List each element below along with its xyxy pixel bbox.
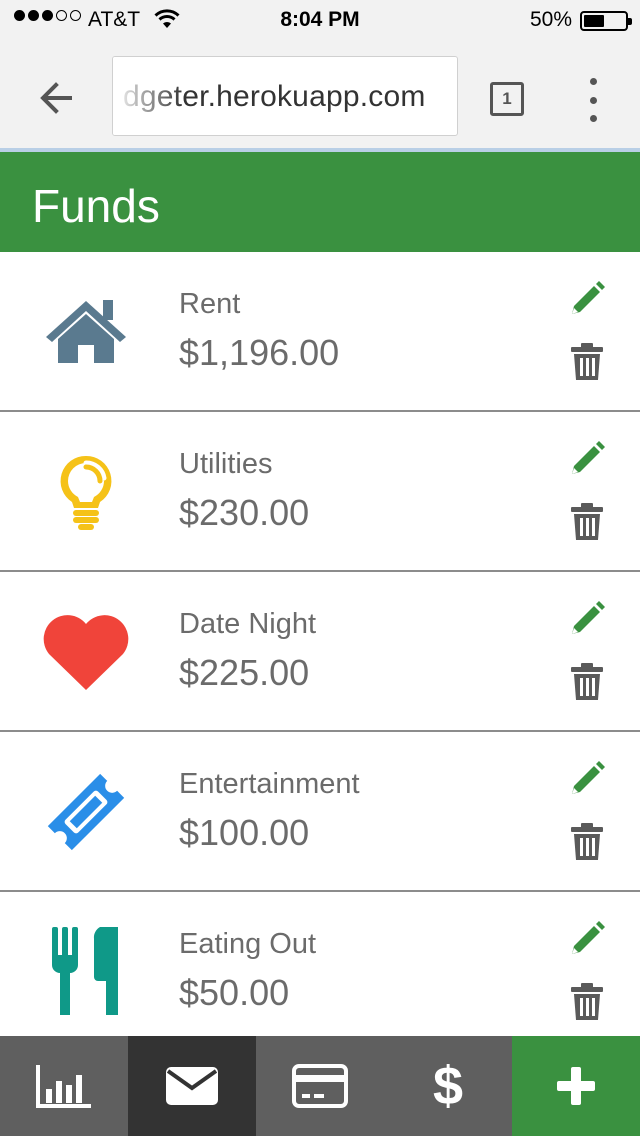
- heart-icon: [36, 602, 136, 702]
- wifi-icon: [154, 9, 180, 28]
- nav-reports-button[interactable]: [0, 1036, 128, 1136]
- fund-row-eating-out[interactable]: Eating Out $50.00: [0, 892, 640, 1036]
- fund-name: Eating Out: [179, 928, 317, 960]
- fund-row-rent[interactable]: Rent $1,196.00: [0, 252, 640, 412]
- fund-amount: $225.00: [179, 652, 310, 693]
- battery-percentage: 50%: [529, 8, 572, 31]
- trash-delete-icon[interactable]: [570, 982, 604, 1022]
- fund-row-entertainment[interactable]: Entertainment $100.00: [0, 732, 640, 892]
- fund-amount: $230.00: [179, 492, 310, 533]
- battery-icon: [580, 11, 632, 31]
- pencil-edit-icon[interactable]: [566, 760, 606, 800]
- bar-chart-icon: [36, 1065, 91, 1108]
- pencil-edit-icon[interactable]: [566, 600, 606, 640]
- tab-switcher-button[interactable]: 1: [490, 82, 524, 116]
- fund-name: Utilities: [179, 448, 273, 480]
- pencil-edit-icon[interactable]: [566, 440, 606, 480]
- pencil-edit-icon[interactable]: [566, 280, 606, 320]
- house-icon: [36, 282, 136, 382]
- dollar-icon: $: [432, 1056, 464, 1116]
- envelope-icon: [166, 1067, 218, 1105]
- tab-count: 1: [502, 89, 512, 108]
- browser-toolbar: dgeter.herokuapp.com 1: [0, 40, 640, 148]
- trash-delete-icon[interactable]: [570, 662, 604, 702]
- plus-icon: [557, 1067, 595, 1105]
- fund-amount: $1,196.00: [179, 332, 340, 373]
- overflow-menu-icon[interactable]: [578, 78, 608, 122]
- add-fund-button[interactable]: [512, 1036, 640, 1136]
- status-bar: AT&T 8:04 PM 50%: [0, 0, 640, 40]
- app-header: Funds: [0, 152, 640, 252]
- nav-accounts-button[interactable]: [256, 1036, 384, 1136]
- pencil-edit-icon[interactable]: [566, 920, 606, 960]
- fund-list: Rent $1,196.00 Utilities $230.00 Date Ni…: [0, 252, 640, 1036]
- back-arrow-icon[interactable]: [30, 72, 82, 124]
- trash-delete-icon[interactable]: [570, 502, 604, 542]
- fork-knife-icon: [36, 922, 136, 1022]
- nav-funds-button[interactable]: [128, 1036, 256, 1136]
- lightbulb-icon: [36, 442, 136, 542]
- carrier-name: AT&T: [88, 8, 141, 31]
- ticket-icon: [36, 762, 136, 862]
- credit-card-icon: [292, 1064, 348, 1108]
- trash-delete-icon[interactable]: [570, 342, 604, 382]
- trash-delete-icon[interactable]: [570, 822, 604, 862]
- address-bar[interactable]: dgeter.herokuapp.com: [112, 56, 458, 136]
- fund-name: Rent: [179, 288, 241, 320]
- page-title: Funds: [32, 180, 160, 232]
- fund-amount: $100.00: [179, 812, 310, 853]
- fund-name: Date Night: [179, 608, 317, 640]
- nav-transactions-button[interactable]: $: [384, 1036, 512, 1136]
- fund-amount: $50.00: [179, 972, 290, 1013]
- signal-strength-icon: [14, 10, 81, 21]
- bottom-nav: $: [0, 1036, 640, 1136]
- fund-row-utilities[interactable]: Utilities $230.00: [0, 412, 640, 572]
- fund-row-date-night[interactable]: Date Night $225.00: [0, 572, 640, 732]
- fund-name: Entertainment: [179, 768, 360, 800]
